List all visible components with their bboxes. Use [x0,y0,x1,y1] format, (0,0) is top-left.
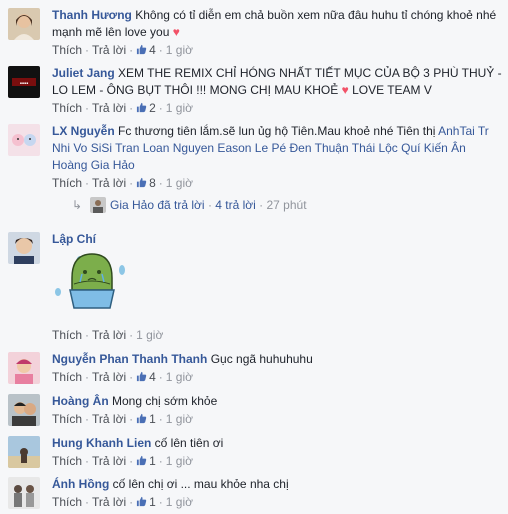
avatar[interactable] [8,394,40,426]
comment-actions: Thích · Trả lời · 1 giờ [52,328,164,342]
like-link[interactable]: Thích [52,43,82,57]
like-link[interactable]: Thích [52,495,82,509]
reply-link[interactable]: Trả lời [92,328,126,342]
comment-actions: Thích · Trả lời · 8 · 1 giờ [52,176,194,190]
comment-author[interactable]: Ánh Hồng [52,477,109,491]
reply-text: đã trả lời [157,198,205,212]
like-link[interactable]: Thích [52,412,82,426]
reply-link[interactable]: Trả lời [92,101,126,115]
avatar[interactable]: ▪▪▪▪ [8,66,40,98]
reply-link[interactable]: Trả lời [92,454,126,468]
thumbs-up-icon [137,371,147,382]
comment-author[interactable]: LX Nguyễn [52,124,115,138]
comment-text: XEM THE REMIX CHỈ HÓNG NHẤT TIẾT MỤC CỦA… [52,66,502,97]
comment-actions: Thích · Trả lời · 4 · 1 giờ [52,43,194,57]
comment-author[interactable]: Thanh Hương [52,8,132,22]
thumbs-up-icon [137,413,147,424]
like-count[interactable]: 1 [136,454,156,468]
thumbs-up-icon [137,496,147,507]
comment-author[interactable]: Juliet Jang [52,66,115,80]
replies-summary[interactable]: ↳ Gia Hảo đã trả lời · 4 trả lời · 27 phú… [72,197,307,213]
avatar[interactable] [8,124,40,156]
reply-avatar [90,197,106,213]
comment-time[interactable]: 1 giờ [166,176,193,190]
like-link[interactable]: Thích [52,328,82,342]
like-link[interactable]: Thích [52,101,82,115]
comment-time[interactable]: 1 giờ [166,454,193,468]
comment-text: Mong chị sớm khỏe [112,394,218,408]
comment-text: cố lên tiên ơi [154,436,224,450]
thumbs-up-icon [137,44,147,55]
like-count[interactable]: 8 [136,176,156,190]
like-count[interactable]: 1 [136,412,156,426]
reply-link[interactable]: Trả lời [92,43,126,57]
reply-link[interactable]: Trả lời [92,412,126,426]
like-link[interactable]: Thích [52,454,82,468]
comment-author[interactable]: Hung Khanh Lien [52,436,151,450]
like-count[interactable]: 4 [136,370,156,384]
avatar[interactable] [8,477,40,509]
reply-link[interactable]: Trả lời [92,370,126,384]
comment-text-continued: LOVE TEAM V [352,83,432,97]
like-count[interactable]: 1 [136,495,156,509]
reply-link[interactable]: Trả lời [92,176,126,190]
like-count[interactable]: 2 [136,101,156,115]
comment-time[interactable]: 1 giờ [166,495,193,509]
heart-icon: ♥ [341,83,349,97]
thumbs-up-icon [137,102,147,113]
comment-time[interactable]: 1 giờ [166,43,193,57]
comment-author[interactable]: Lập Chí [52,232,96,246]
comment-actions: Thích · Trả lời · 4 · 1 giờ [52,370,194,384]
comment-actions: Thích · Trả lời · 1 · 1 giờ [52,412,194,426]
avatar[interactable] [8,8,40,40]
thumbs-up-icon [137,177,147,188]
comment-author[interactable]: Hoàng Ân [52,394,109,408]
comment-actions: Thích · Trả lời · 1 · 1 giờ [52,495,194,509]
reply-link[interactable]: Trả lời [92,495,126,509]
avatar[interactable] [8,232,40,264]
reply-count[interactable]: 4 trả lời [215,198,256,212]
reply-arrow-icon: ↳ [72,198,83,212]
avatar[interactable] [8,436,40,468]
comment-actions: Thích · Trả lời · 1 · 1 giờ [52,454,194,468]
svg-text:▪▪▪▪: ▪▪▪▪ [20,81,29,87]
comment-actions: Thích · Trả lời · 2 · 1 giờ [52,101,194,115]
comment-text: cố lên chị ơi ... mau khỏe nha chị [112,477,289,491]
heart-icon: ♥ [172,25,180,39]
comment-time[interactable]: 1 giờ [166,412,193,426]
crying-cactus-sticker [55,253,125,309]
like-link[interactable]: Thích [52,176,82,190]
comment-text: Fc thương tiên lắm.sẽ lun ủg hộ Tiên.Mau… [118,124,436,138]
comment-text: Gục ngã huhuhuhu [210,352,313,366]
avatar[interactable] [8,352,40,384]
reply-author[interactable]: Gia Hảo [110,198,154,212]
like-count[interactable]: 4 [136,43,156,57]
comment-time[interactable]: 1 giờ [166,370,193,384]
thumbs-up-icon [137,455,147,466]
comment-author[interactable]: Nguyễn Phan Thanh Thanh [52,352,207,366]
reply-time: 27 phút [266,198,307,212]
like-link[interactable]: Thích [52,370,82,384]
comment-time[interactable]: 1 giờ [136,328,163,342]
comment-time[interactable]: 1 giờ [166,101,193,115]
